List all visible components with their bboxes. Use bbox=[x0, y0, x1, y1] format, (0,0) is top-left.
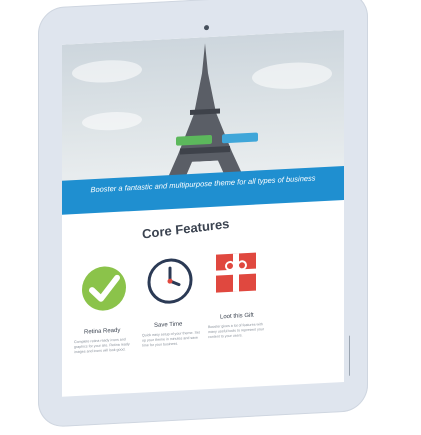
gift-icon bbox=[216, 252, 256, 293]
section-title: Core Features bbox=[141, 215, 230, 242]
feature-text-gift: Booster gives a lot of features with man… bbox=[208, 322, 265, 340]
feature-title-save-time: Save Time bbox=[154, 321, 183, 329]
tablet-screen: Booster a fantastic and multipurpose the… bbox=[62, 29, 344, 397]
tablet-device: Booster a fantastic and multipurpose the… bbox=[38, 0, 368, 428]
feature-text-save-time: Quick easy setup of your theme. Set up y… bbox=[142, 330, 200, 348]
feature-title-gift: Loot this Gift bbox=[220, 312, 254, 321]
clock-icon bbox=[147, 258, 193, 304]
hero-secondary-button[interactable] bbox=[222, 132, 258, 144]
feature-title-retina: Retina Ready bbox=[84, 327, 121, 336]
screen-edge-divider bbox=[349, 335, 350, 376]
hero-primary-button[interactable] bbox=[176, 134, 212, 146]
feature-text-retina: Complete retina ready icons and graphics… bbox=[74, 337, 130, 355]
camera-dot bbox=[204, 25, 209, 31]
checkmark-icon bbox=[82, 266, 126, 311]
